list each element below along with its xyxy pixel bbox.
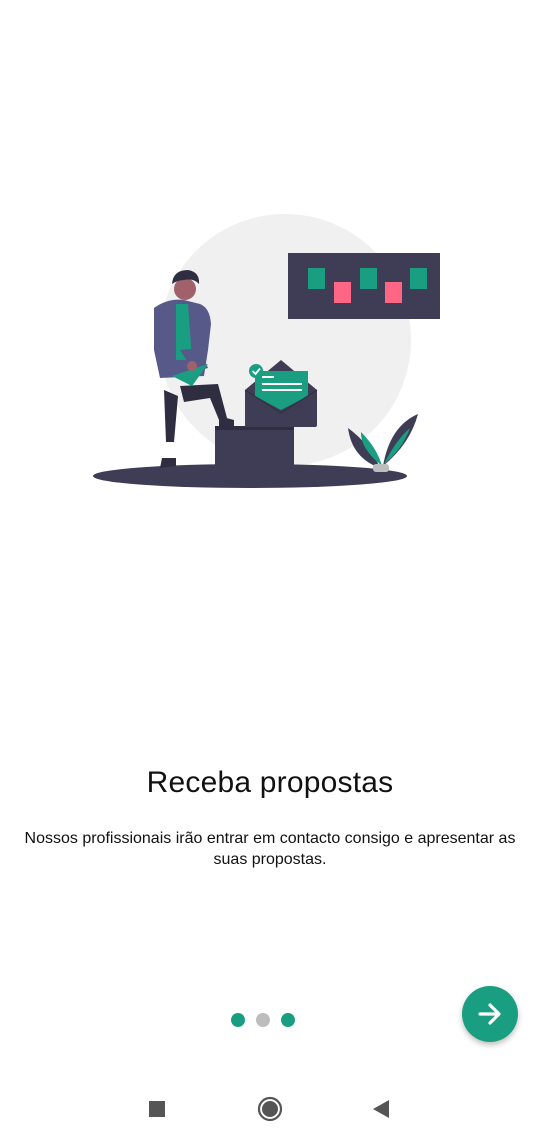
- pedestal-box: [215, 426, 294, 472]
- page-dot-2[interactable]: [256, 1013, 270, 1027]
- page-indicator: [231, 1012, 311, 1028]
- home-circle-icon: [257, 1096, 283, 1122]
- page-dot-1[interactable]: [231, 1013, 245, 1027]
- message-board: [288, 253, 440, 319]
- recents-button[interactable]: [142, 1094, 172, 1124]
- next-button[interactable]: [462, 986, 518, 1042]
- recents-square-icon: [149, 1101, 165, 1117]
- arrow-right-icon: [478, 1003, 501, 1025]
- home-button[interactable]: [255, 1094, 285, 1124]
- back-triangle-icon: [373, 1100, 389, 1118]
- onboarding-illustration: [93, 214, 440, 488]
- page-dot-3[interactable]: [281, 1013, 295, 1027]
- back-button[interactable]: [366, 1094, 396, 1124]
- page-description: Nossos profissionais irão entrar em cont…: [24, 830, 516, 868]
- page-title: Receba propostas: [146, 766, 394, 799]
- system-navigation-bar: [0, 1078, 540, 1140]
